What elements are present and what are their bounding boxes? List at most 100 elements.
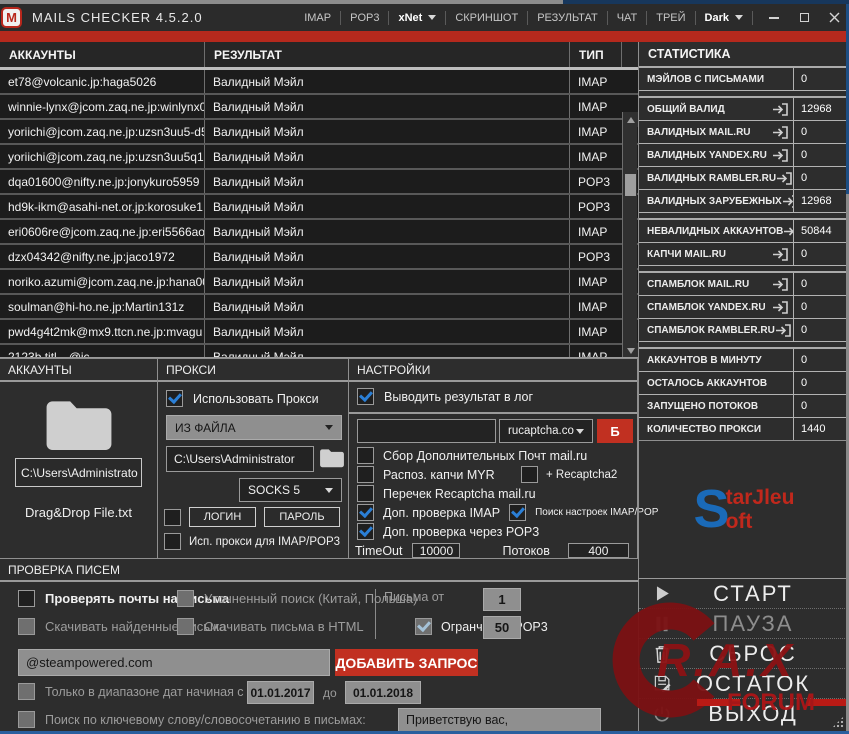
keyword-search-checkbox[interactable]: [18, 711, 35, 728]
date-range-checkbox[interactable]: [18, 683, 35, 700]
export-arrow-icon[interactable]: [775, 323, 792, 338]
menu-item-screenshot[interactable]: СКРИНШОТ: [446, 4, 527, 31]
result-cell: Валидный Мэйл: [205, 145, 570, 168]
account-cell: yoriichi@jcom.zaq.ne.jp:uzsn3uu5-d5: [0, 120, 205, 143]
recaptcha2-checkbox[interactable]: [521, 466, 538, 483]
date-to-field[interactable]: 01.01.2018: [345, 681, 421, 704]
maximize-button[interactable]: [789, 4, 819, 31]
collect-extra-mail-checkbox[interactable]: [357, 447, 374, 464]
table-row[interactable]: soulman@hi-ho.ne.jp:Martin131z Валидный …: [0, 295, 638, 320]
check-mail-checkbox[interactable]: [18, 590, 35, 607]
export-arrow-icon[interactable]: [782, 194, 793, 209]
threads-field[interactable]: 400: [567, 543, 629, 558]
menu-item-label: РЕЗУЛЬТАТ: [537, 11, 598, 24]
date-from-field[interactable]: 01.01.2017: [247, 681, 314, 704]
table-row[interactable]: dqa01600@nifty.ne.jp:jonykuro5959 Валидн…: [0, 170, 638, 195]
action-label: ПАУЗА: [712, 610, 794, 636]
type-cell: POP3: [578, 174, 611, 189]
table-row[interactable]: pwd4g4t2mk@mx9.ttcn.ne.jp:mvagu Валидный…: [0, 320, 638, 345]
recheck-recaptcha-checkbox[interactable]: [357, 485, 374, 502]
table-row[interactable]: winnie-lynx@jcom.zaq.ne.jp:winlynx0 Вали…: [0, 95, 638, 120]
action-button-trash[interactable]: СБРОС: [639, 639, 849, 669]
log-output-checkbox[interactable]: [357, 388, 374, 405]
timeout-field[interactable]: 10000: [412, 543, 461, 558]
stat-label: ОСТАЛОСЬ АККАУНТОВ: [647, 377, 768, 389]
result-cell: Валидный Мэйл: [205, 120, 570, 143]
table-row[interactable]: 2123b.titl…@jc Валидный Мэйл IMAP: [0, 345, 638, 357]
export-arrow-icon[interactable]: [772, 125, 789, 140]
threads-label: Потоков: [502, 543, 550, 558]
column-type[interactable]: ТИП: [570, 42, 622, 67]
pop3-limit-checkbox[interactable]: [415, 618, 432, 635]
table-row[interactable]: dzx04342@nifty.ne.jp:jaco1972 Валидный М…: [0, 245, 638, 270]
export-arrow-icon[interactable]: [772, 102, 789, 117]
minimize-button[interactable]: [759, 4, 789, 31]
close-button[interactable]: [819, 4, 849, 31]
stat-row: СПАМБЛОК MAIL.RU 0: [639, 273, 849, 296]
table-row[interactable]: et78@volcanic.jp:haga5026 Валидный Мэйл …: [0, 70, 638, 95]
table-row[interactable]: noriko.azumi@jcom.zaq.ne.jp:hana00 Валид…: [0, 270, 638, 295]
download-letters-checkbox[interactable]: [18, 618, 35, 635]
pop3-check-checkbox[interactable]: [357, 523, 374, 540]
myr-captcha-label: Распоз. капчи MYR: [383, 467, 495, 482]
folder-icon[interactable]: [43, 397, 115, 458]
password-button[interactable]: ПАРОЛЬ: [264, 507, 340, 527]
captcha-key-field[interactable]: [357, 419, 496, 443]
letters-from-field[interactable]: 1: [483, 588, 521, 611]
refined-search-checkbox[interactable]: [177, 590, 194, 607]
type-cell: IMAP: [578, 74, 608, 89]
myr-captcha-checkbox[interactable]: [357, 466, 374, 483]
export-arrow-icon[interactable]: [783, 224, 793, 239]
proxy-type-dropdown[interactable]: SOCKS 5: [239, 478, 342, 502]
login-button[interactable]: ЛОГИН: [189, 507, 256, 527]
proxy-path-field[interactable]: C:\Users\Administrator: [166, 446, 314, 472]
table-row[interactable]: yoriichi@jcom.zaq.ne.jp:uzsn3uu5q12 Вали…: [0, 145, 638, 170]
export-arrow-icon[interactable]: [776, 171, 793, 186]
accounts-path-field[interactable]: C:\Users\Administrato: [15, 458, 142, 487]
action-button-play[interactable]: СТАРТ: [639, 579, 849, 609]
action-button-save[interactable]: ОСТАТОК: [639, 669, 849, 699]
menu-item-result[interactable]: РЕЗУЛЬТАТ: [528, 4, 606, 31]
use-proxy-checkbox[interactable]: [166, 390, 183, 407]
proxy-auth-checkbox[interactable]: [164, 508, 181, 526]
add-query-button[interactable]: ДОБАВИТЬ ЗАПРОС: [335, 649, 478, 676]
imap-search-checkbox[interactable]: [509, 504, 527, 521]
stat-value: 0: [793, 121, 849, 143]
table-row[interactable]: eri0606re@jcom.zaq.ne.jp:eri5566ao_ Вали…: [0, 220, 638, 245]
scroll-down-arrow-icon[interactable]: [623, 343, 638, 357]
menu-item-theme[interactable]: Dark: [696, 4, 752, 31]
browse-folder-icon[interactable]: [319, 447, 345, 474]
pop3-limit-field[interactable]: 50: [483, 616, 521, 639]
query-field[interactable]: @steampowered.com: [18, 649, 330, 676]
scroll-up-arrow-icon[interactable]: [623, 112, 638, 127]
export-arrow-icon[interactable]: [772, 247, 789, 262]
column-accounts[interactable]: АККАУНТЫ: [0, 42, 205, 67]
menu-item-imap[interactable]: IMAP: [295, 4, 340, 31]
stat-value: 0: [793, 167, 849, 189]
proxy-for-imap-checkbox[interactable]: [164, 533, 181, 550]
action-button-power[interactable]: ВЫХОД: [639, 699, 849, 729]
balance-button[interactable]: Б: [597, 419, 633, 443]
captcha-service-dropdown[interactable]: rucaptcha.co: [499, 419, 593, 443]
table-scrollbar[interactable]: [622, 112, 638, 357]
menu-item-chat[interactable]: ЧАТ: [608, 4, 647, 31]
window-title: MAILS CHECKER 4.5.2.0: [32, 10, 203, 25]
scrollbar-thumb[interactable]: [625, 174, 636, 196]
imap-check-checkbox[interactable]: [357, 504, 374, 521]
stat-value: 0: [793, 349, 849, 371]
action-button-pause: ПАУЗА: [639, 609, 849, 639]
keyword-field[interactable]: Приветствую вас,: [398, 708, 601, 732]
column-result[interactable]: РЕЗУЛЬТАТ: [205, 42, 570, 67]
menu-item-tray[interactable]: ТРЕЙ: [647, 4, 694, 31]
proxy-source-dropdown[interactable]: ИЗ ФАЙЛА: [166, 415, 342, 440]
menu-item-xnet[interactable]: xNet: [389, 4, 445, 31]
table-row[interactable]: yoriichi@jcom.zaq.ne.jp:uzsn3uu5-d5 Вали…: [0, 120, 638, 145]
export-arrow-icon[interactable]: [772, 300, 789, 315]
menu-item-pop3[interactable]: POP3: [341, 4, 388, 31]
html-letters-checkbox[interactable]: [177, 618, 194, 635]
menu-item-label: СКРИНШОТ: [455, 11, 519, 24]
export-arrow-icon[interactable]: [772, 148, 789, 163]
export-arrow-icon[interactable]: [772, 277, 789, 292]
table-row[interactable]: hd9k-ikm@asahi-net.or.jp:korosuke1 Валид…: [0, 195, 638, 220]
window-top-edge-accent: [563, 0, 849, 4]
